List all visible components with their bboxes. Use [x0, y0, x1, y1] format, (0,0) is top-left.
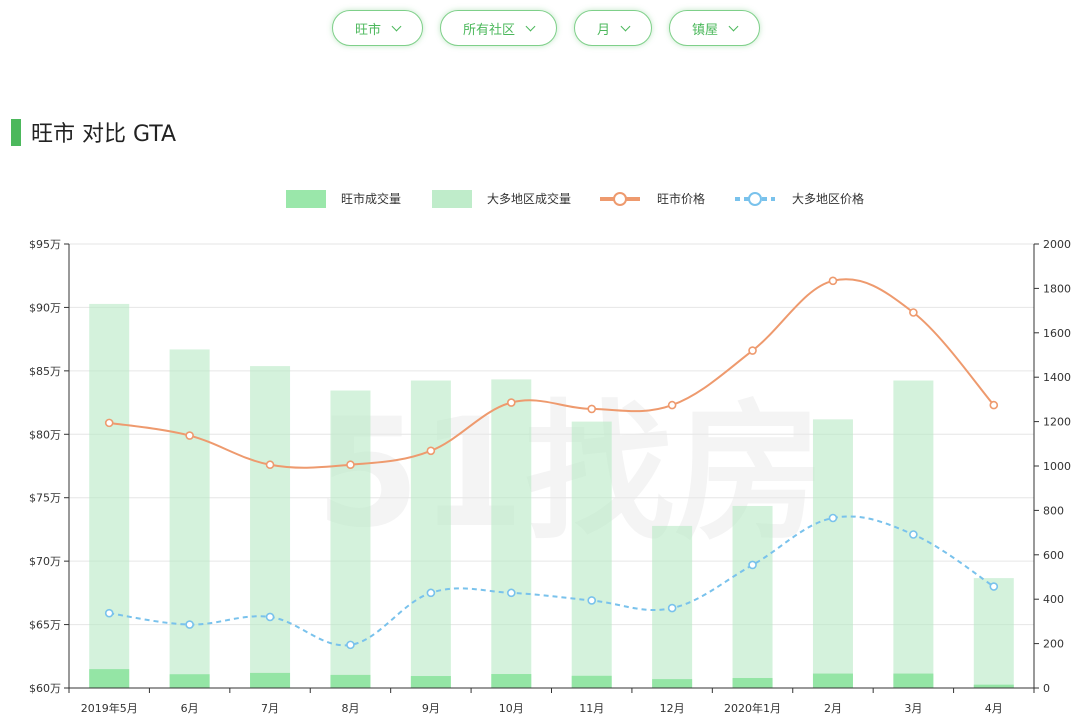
local-price-legend-label: 旺市价格 [657, 191, 705, 206]
gta-price-point [426, 588, 436, 598]
gta-price-point [346, 640, 355, 650]
left-axis-tick-label: $95万 [29, 238, 61, 251]
right-axis-tick-label: 0 [1043, 682, 1050, 695]
local-volume-legend-label: 旺市成交量 [341, 191, 401, 206]
x-axis-tick-label: 2019年5月 [81, 701, 138, 715]
x-axis-tick-label: 2020年1月 [724, 701, 781, 715]
left-axis-tick-label: $80万 [29, 428, 61, 441]
gta-volume-bar [250, 366, 291, 688]
gta-price-point [667, 603, 677, 613]
local-volume-bar [491, 674, 532, 688]
local-volume-bar [893, 673, 934, 688]
local-volume-bar [812, 673, 853, 688]
local-price-point [989, 400, 999, 410]
gta-price-point [185, 620, 194, 629]
local-price-legend-marker [613, 192, 627, 206]
gta-price-point [748, 560, 757, 570]
grid-lines [69, 243, 1034, 626]
local-volume-bar [330, 674, 371, 688]
x-axis-tick-label: 3月 [904, 702, 922, 715]
local-volume-bar [732, 678, 773, 688]
gta-volume-bar [491, 379, 532, 688]
local-price-point [265, 460, 275, 470]
gta-volume-bar [89, 303, 130, 688]
gta-price-point [828, 513, 838, 523]
gta-price-point [265, 612, 275, 622]
gta-volume-bar [732, 505, 773, 688]
right-axis-tick-label: 1200 [1043, 416, 1071, 429]
local-price-point [909, 308, 918, 317]
local-price-point [346, 460, 355, 470]
local-price-point [104, 418, 114, 428]
right-axis-tick-label: 1800 [1043, 282, 1071, 295]
local-volume-bar [169, 674, 210, 688]
local-price-point [587, 404, 597, 414]
left-axis-tick-label: $65万 [29, 619, 61, 632]
x-axis-tick-label: 4月 [985, 702, 1003, 715]
gta-volume-bar [571, 421, 612, 688]
local-price-point [426, 446, 436, 456]
x-axis-tick-label: 2月 [824, 702, 842, 715]
legend: 旺市成交量 大多地区成交量 旺市价格 大多地区价格 [286, 190, 864, 208]
local-price-point [667, 400, 677, 410]
local-volume-bar [652, 679, 693, 688]
left-axis-tick-label: $90万 [29, 301, 61, 314]
right-axis-tick-label: 2000 [1043, 238, 1071, 251]
left-axis-tick-label: $60万 [29, 682, 61, 695]
x-axis-tick-label: 11月 [579, 702, 604, 715]
gta-volume-bar [812, 419, 853, 688]
gta-volume-bar [410, 380, 451, 688]
local-price-point [185, 431, 194, 440]
gta-volume-bar [973, 578, 1014, 688]
right-axis-tick-label: 800 [1043, 504, 1064, 517]
local-volume-legend-swatch [286, 190, 326, 208]
x-axis-tick-label: 6月 [181, 702, 199, 715]
left-axis-tick-label: $70万 [29, 555, 61, 568]
x-axis-tick-label: 12月 [660, 702, 685, 715]
local-price-point [506, 398, 516, 407]
right-axis-tick-label: 1600 [1043, 327, 1071, 340]
gta-volume-legend-swatch [432, 190, 472, 208]
local-price-point [748, 346, 757, 355]
local-volume-bar [410, 676, 451, 688]
gta-price-point [104, 608, 114, 618]
local-price-point [828, 276, 838, 286]
gta-price-point [587, 596, 597, 605]
x-axis-tick-label: 8月 [341, 702, 359, 715]
right-axis-tick-label: 1400 [1043, 371, 1071, 384]
gta-price-point [506, 588, 516, 598]
x-axis-tick-label: 10月 [499, 702, 524, 715]
gta-price-point [989, 582, 999, 591]
local-volume-bar [571, 675, 612, 688]
right-axis-tick-label: 200 [1043, 638, 1064, 651]
gta-price-point [909, 530, 918, 539]
x-axis-tick-label: 9月 [422, 702, 440, 715]
left-axis-tick-label: $75万 [29, 492, 61, 505]
right-axis-tick-label: 400 [1043, 593, 1064, 606]
right-axis-tick-label: 600 [1043, 549, 1064, 562]
local-volume-bar [250, 672, 291, 688]
x-axis-tick-label: 7月 [261, 702, 279, 715]
gta-volume-legend-label: 大多地区成交量 [487, 191, 571, 206]
comparison-chart: 51找房 $60万$65万$70万$75万$80万$85万$90万$95万020… [29, 190, 1071, 715]
local-volume-bar [89, 669, 130, 688]
gta-price-legend-marker [748, 192, 762, 206]
gta-volume-bar [169, 349, 210, 688]
gta-price-legend-label: 大多地区价格 [792, 191, 864, 206]
right-axis-tick-label: 1000 [1043, 460, 1071, 473]
left-axis-tick-label: $85万 [29, 365, 61, 378]
